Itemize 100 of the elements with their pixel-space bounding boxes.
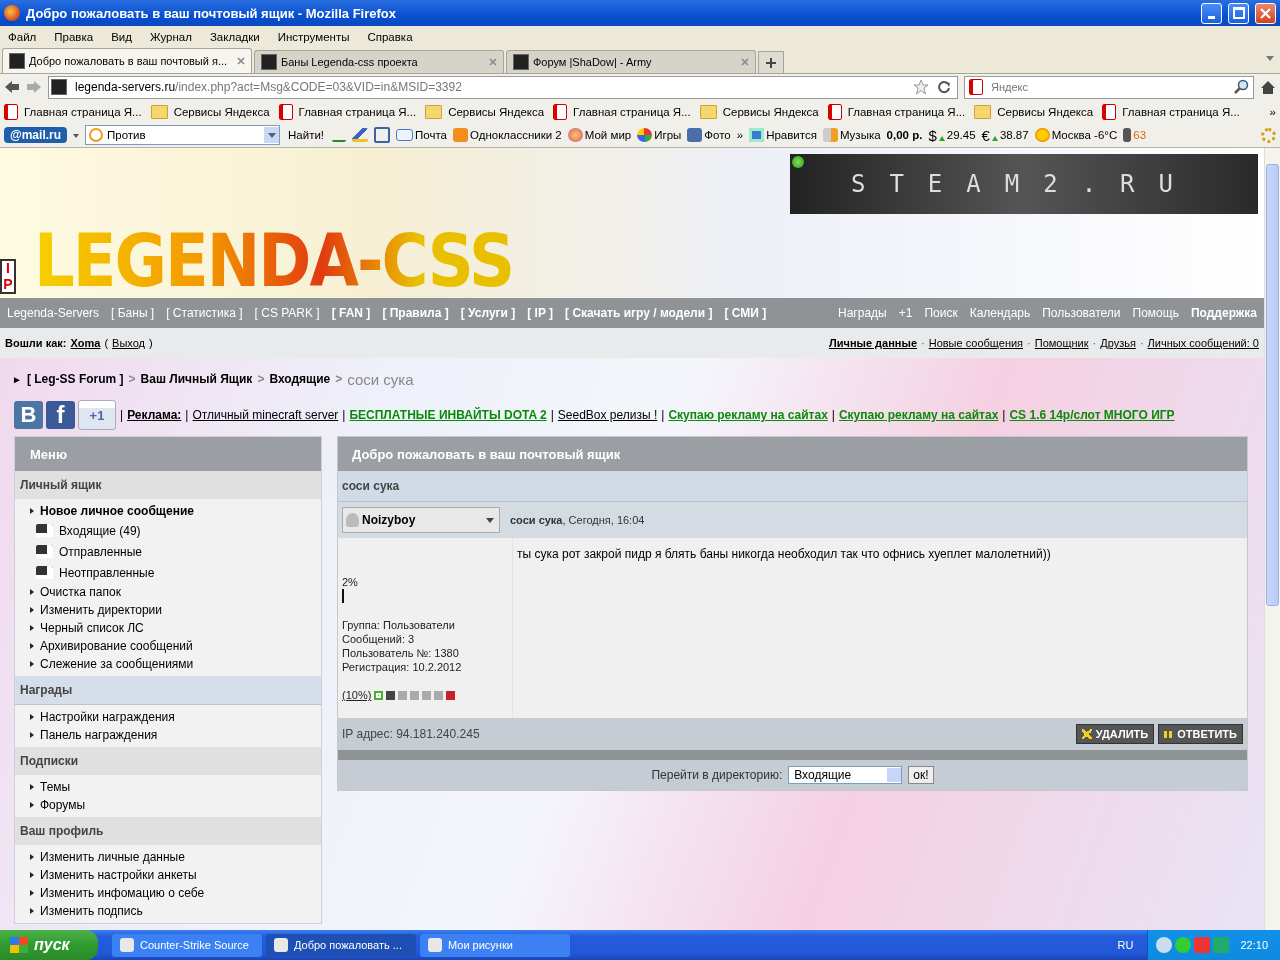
plus-one-button[interactable]: +1: [78, 400, 116, 430]
bookmark-item[interactable]: Сервисы Яндекса: [974, 104, 1094, 119]
reload-icon[interactable]: [937, 80, 951, 94]
browser-tab[interactable]: Добро пожаловать в ваш почтовый я...: [2, 48, 252, 73]
go-button[interactable]: ок!: [908, 766, 934, 784]
user-link[interactable]: Личных сообщений: 0: [1147, 337, 1259, 349]
sidebar-link[interactable]: Очистка папок: [40, 585, 121, 599]
bookmark-item[interactable]: Главная страница Я...: [4, 103, 142, 120]
more-button[interactable]: »: [736, 129, 744, 141]
user-link[interactable]: Xoma: [70, 337, 101, 349]
ad-banner[interactable]: STEAM2.RU: [790, 154, 1258, 214]
settings-icon[interactable]: [1261, 127, 1276, 143]
bookmark-item[interactable]: Главная страница Я...: [827, 103, 966, 120]
forward-icon[interactable]: [26, 80, 42, 94]
close-button[interactable]: [1255, 2, 1276, 24]
browser-tab[interactable]: Баны Legenda-css проекта: [254, 50, 504, 73]
taskbar-button[interactable]: Counter-Strike Source: [112, 933, 262, 957]
ad-link[interactable]: Скупаю рекламу на сайтах: [668, 408, 828, 422]
scrollbar[interactable]: [1264, 148, 1280, 930]
address-field[interactable]: legenda-servers.ru/index.php?act=Msg&CODE=03&VID=in&MSID=3392: [48, 75, 958, 99]
sidebar-link[interactable]: Изменить личные данные: [40, 850, 185, 864]
taskbar-button[interactable]: Добро пожаловать ...: [266, 933, 416, 957]
search-field[interactable]: Против: [85, 125, 281, 145]
author-dropdown[interactable]: Noizyboy: [342, 507, 500, 533]
toolbar-button[interactable]: Игры: [637, 128, 682, 142]
toolbar-button[interactable]: Фото: [687, 128, 731, 142]
reputation-link[interactable]: (10%): [342, 689, 372, 701]
close-tab-icon[interactable]: [741, 58, 749, 66]
toolbar-button[interactable]: Музыка: [822, 128, 881, 142]
breadcrumb-link[interactable]: Ваш Личный Ящик: [140, 372, 253, 386]
toolbar-button[interactable]: Одноклассники 2: [453, 128, 562, 142]
sidebar-link[interactable]: Изменить директории: [40, 603, 162, 617]
menu-item[interactable]: Правка: [54, 30, 94, 43]
menu-item[interactable]: Закладки: [209, 30, 260, 43]
menu-item[interactable]: Файл: [8, 30, 37, 43]
toolbar-button[interactable]: Почта: [396, 129, 447, 141]
minimize-button[interactable]: [1201, 2, 1222, 24]
ad-link[interactable]: БЕСПЛАТНЫЕ ИНВАЙТЫ DOTA 2: [349, 408, 547, 422]
bookmark-item[interactable]: Сервисы Яндекса: [425, 104, 545, 119]
sidebar-link[interactable]: Архивирование сообщений: [40, 639, 193, 653]
action-button[interactable]: УДАЛИТЬ: [1075, 724, 1155, 744]
share-button[interactable]: f: [46, 401, 75, 429]
menu-item[interactable]: Журнал: [149, 30, 192, 43]
folder-select[interactable]: Входящие: [788, 766, 903, 784]
search-icon[interactable]: [1233, 79, 1249, 95]
more-bookmarks-button[interactable]: »: [1269, 105, 1276, 118]
tray-icon[interactable]: [1156, 937, 1173, 953]
dropdown-button[interactable]: [264, 127, 280, 143]
sidebar-link[interactable]: Отправленные: [59, 544, 142, 559]
close-tab-icon[interactable]: [237, 57, 245, 65]
find-button[interactable]: Найти!: [286, 129, 327, 141]
taskbar-button[interactable]: Мои рисунки: [420, 933, 570, 957]
share-button[interactable]: В: [14, 401, 43, 429]
toolbar-button[interactable]: Москва -6°C: [1034, 128, 1118, 142]
sidebar-link[interactable]: Слежение за сообщениями: [40, 657, 194, 671]
sidebar-link[interactable]: Черный список ЛС: [40, 621, 144, 635]
sidebar-link[interactable]: Входящие (49): [59, 523, 141, 538]
action-button[interactable]: ОТВЕТИТЬ: [1158, 724, 1243, 744]
browser-tab[interactable]: Форум |ShaDow| - Army: [506, 50, 756, 73]
maximize-button[interactable]: [1228, 2, 1249, 24]
menu-item[interactable]: Справка: [367, 30, 413, 43]
toolbar-button[interactable]: Нравится: [749, 128, 817, 142]
sidebar-link[interactable]: Изменить инфомацию о себе: [40, 886, 205, 900]
sidebar-link[interactable]: Изменить настройки анкеты: [40, 868, 197, 882]
back-icon[interactable]: [4, 80, 20, 94]
home-icon[interactable]: [1260, 79, 1276, 95]
breadcrumb-link[interactable]: Входящие: [269, 372, 331, 386]
start-button[interactable]: пуск: [0, 930, 98, 960]
menu-item[interactable]: Вид: [111, 30, 132, 43]
user-link[interactable]: Личные данные: [829, 337, 917, 349]
mail-logo[interactable]: @mail.ru: [4, 127, 68, 143]
ad-link[interactable]: Отличный minecraft server: [192, 408, 339, 422]
sidebar-link[interactable]: Форумы: [40, 798, 86, 812]
toolbar-button[interactable]: Мой мир: [567, 128, 632, 142]
user-link[interactable]: Помощник: [1034, 337, 1089, 349]
sidebar-link[interactable]: Неотправленные: [59, 565, 155, 580]
user-link[interactable]: Друзья: [1100, 337, 1136, 349]
sidebar-link[interactable]: Панель награждения: [40, 728, 158, 742]
sidebar-link[interactable]: Темы: [40, 780, 71, 794]
new-tab-button[interactable]: [758, 51, 784, 73]
sidebar-link[interactable]: Настройки награждения: [40, 710, 175, 724]
scroll-thumb[interactable]: [1266, 164, 1279, 606]
menu-item[interactable]: Инструменты: [277, 30, 350, 43]
star-icon[interactable]: [913, 79, 929, 95]
search-box[interactable]: Яндекс: [964, 75, 1254, 99]
currency-rate[interactable]: € 38.87: [981, 126, 1029, 144]
breadcrumb-link[interactable]: [ Leg-SS Forum ]: [26, 372, 124, 386]
pencil-icon[interactable]: [352, 128, 369, 142]
balance-label[interactable]: 0,00 р.: [886, 129, 923, 141]
user-link[interactable]: Новые сообщения: [928, 337, 1024, 349]
bookmark-item[interactable]: Главная страница Я...: [553, 103, 691, 120]
bookmark-item[interactable]: Главная страница Я...: [1102, 103, 1240, 120]
sidebar-link[interactable]: Изменить подпись: [40, 904, 143, 918]
language-indicator[interactable]: RU: [1107, 939, 1144, 951]
currency-rate[interactable]: $ 29.45: [928, 126, 976, 144]
close-tab-icon[interactable]: [489, 58, 497, 66]
logout-link[interactable]: Выход: [112, 337, 145, 349]
bookmark-item[interactable]: Сервисы Яндекса: [699, 104, 819, 119]
bookmark-item[interactable]: Сервисы Яндекса: [150, 104, 270, 119]
bookmark-item[interactable]: Главная страница Я...: [278, 103, 417, 120]
